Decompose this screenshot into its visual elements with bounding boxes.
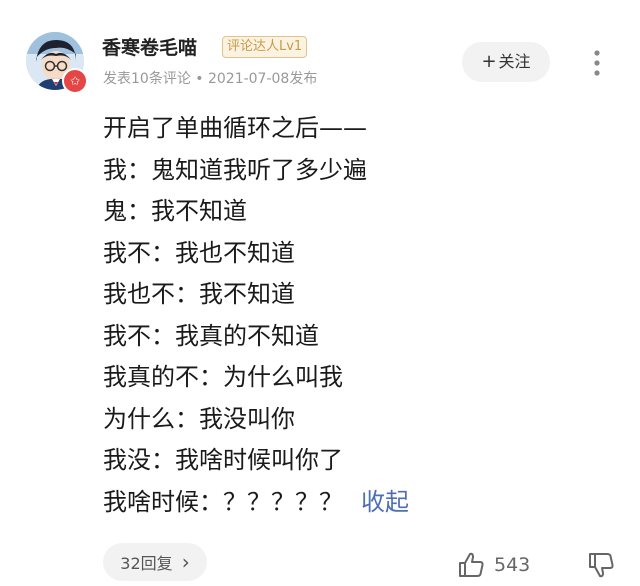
like-button[interactable]: 543	[456, 548, 530, 582]
comment-line: 我真的不：为什么叫我	[103, 363, 343, 391]
thumbs-up-icon	[459, 552, 484, 577]
level-badge: 评论达人Lv1	[222, 36, 308, 58]
reply-label: 32回复	[120, 554, 173, 573]
comment-line: 我不：我真的不知道	[103, 321, 319, 350]
comment-line: 我也不：我不知道	[103, 280, 295, 308]
comment-body: 开启了单曲循环之后—— 我：鬼知道我听了多少遍 鬼：我不知道我不：我也不知道 我也不：…	[103, 108, 409, 523]
thumbs-down-icon	[589, 553, 614, 578]
author-name[interactable]: 香寒卷毛喵	[102, 33, 197, 60]
follow-button[interactable]: + 关注	[462, 42, 550, 82]
comment-line: 我没：我啥时候叫你了	[103, 446, 343, 474]
comment-line-last: 我啥时候：？？？？？ 收起	[103, 482, 409, 524]
comment-line: 我：鬼知道我听了多少遍	[103, 155, 367, 184]
comment-line: 开启了单曲循环之后——	[103, 114, 367, 142]
plus-icon: +	[481, 51, 497, 72]
like-count: 543	[494, 554, 531, 576]
collapse-link[interactable]: 收起	[361, 488, 409, 516]
comment-line: 鬼：我不知道	[103, 197, 247, 225]
follow-label: 关注	[498, 52, 531, 71]
dislike-button[interactable]	[586, 550, 616, 580]
reply-button[interactable]: 32回复 ›	[103, 543, 207, 581]
chevron-right-icon: ›	[181, 550, 190, 574]
comment-meta: 发表10条评论 • 2021-07-08发布	[103, 71, 318, 87]
more-vertical-icon[interactable]	[590, 48, 604, 78]
comment-line: 为什么：我没叫你	[103, 404, 295, 433]
comment-line: 我啥时候：？？？？？	[103, 487, 343, 516]
star-badge-icon: ✩	[62, 68, 88, 94]
comment-line: 我不：我也不知道	[103, 238, 295, 267]
